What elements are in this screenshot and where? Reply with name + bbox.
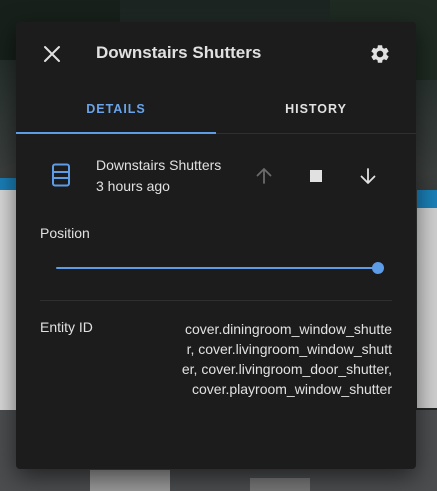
open-cover-button[interactable] xyxy=(252,164,276,188)
window-shutter-icon xyxy=(52,163,70,187)
attribute-label: Entity ID xyxy=(40,319,93,335)
arrow-down-icon xyxy=(360,168,376,184)
close-button[interactable] xyxy=(38,40,66,68)
settings-button[interactable] xyxy=(366,40,394,68)
dialog-title: Downstairs Shutters xyxy=(96,43,262,62)
arrow-up-icon xyxy=(256,168,272,184)
close-icon xyxy=(44,46,60,62)
slider-knob[interactable] xyxy=(372,262,384,274)
slider-track xyxy=(56,267,378,269)
dialog-header: Downstairs Shutters xyxy=(16,22,416,84)
entity-name: Downstairs Shutters xyxy=(96,157,222,173)
position-slider[interactable] xyxy=(56,260,384,276)
tab-details[interactable]: DETAILS xyxy=(16,92,216,134)
tab-history[interactable]: HISTORY xyxy=(216,92,416,133)
close-cover-button[interactable] xyxy=(356,164,380,188)
attribute-value: cover.diningroom_window_shutter, cover.l… xyxy=(181,321,392,397)
tab-bar: DETAILS HISTORY xyxy=(16,92,416,134)
divider xyxy=(40,300,392,301)
entity-last-changed: 3 hours ago xyxy=(96,178,170,194)
position-label: Position xyxy=(40,225,90,241)
gear-icon xyxy=(371,45,389,63)
entity-row: Downstairs Shutters 3 hours ago xyxy=(16,150,416,206)
stop-cover-button[interactable] xyxy=(304,164,328,188)
more-info-dialog: Downstairs Shutters DETAILS HISTORY Down… xyxy=(16,22,416,469)
stop-icon xyxy=(310,170,322,182)
